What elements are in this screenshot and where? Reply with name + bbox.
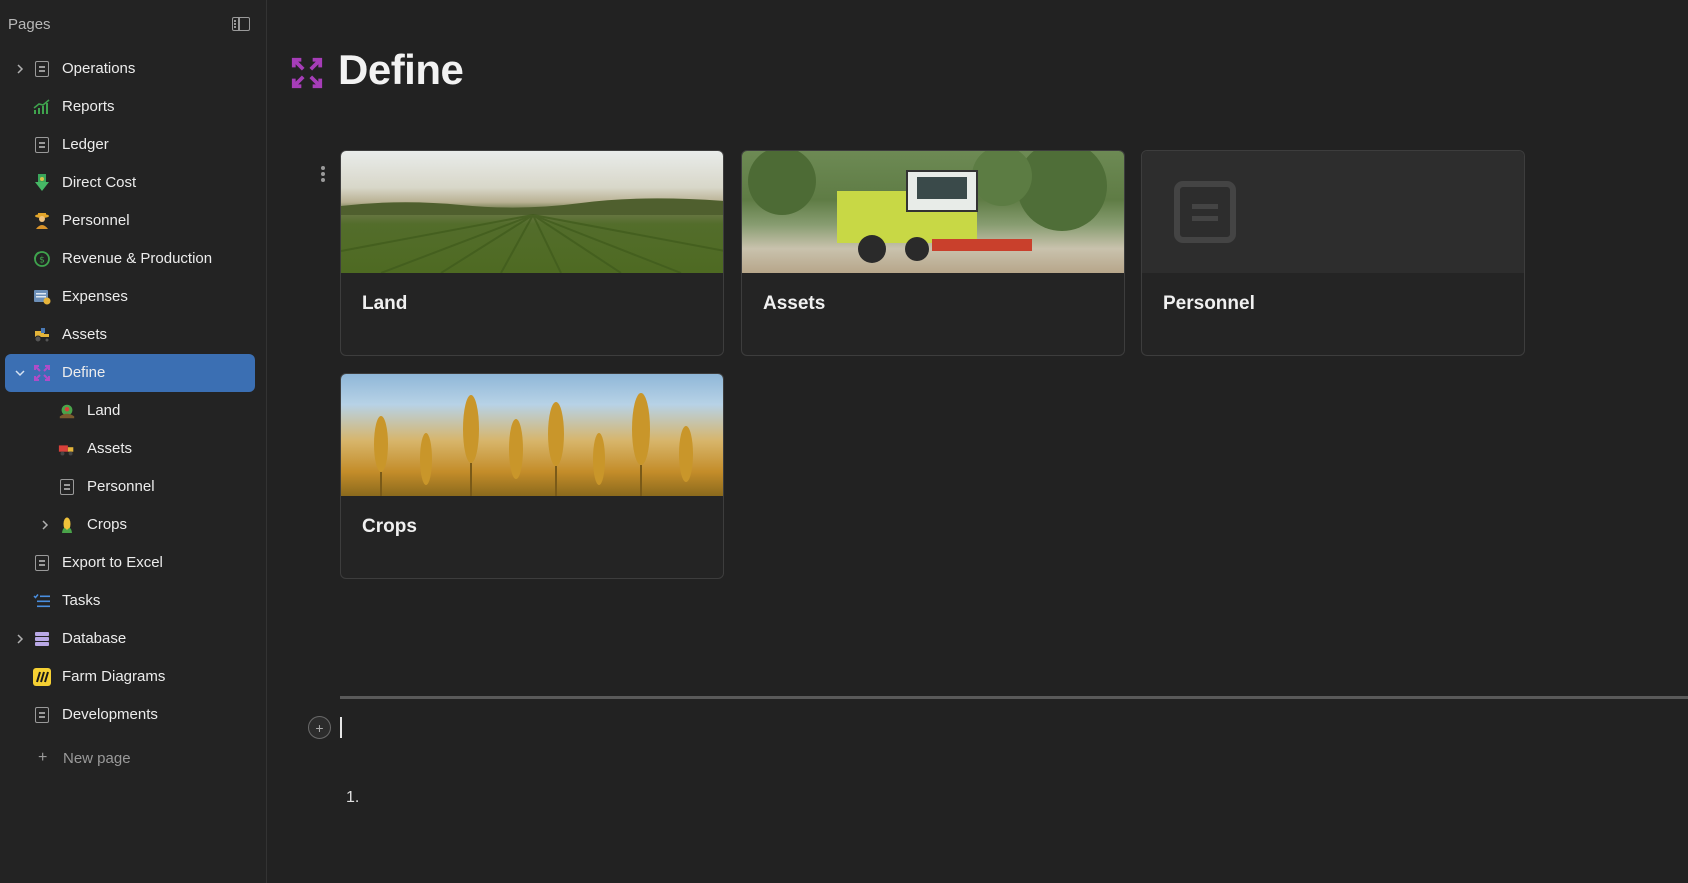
expand-icon[interactable] xyxy=(290,56,324,90)
sidebar-item-label: Revenue & Production xyxy=(62,250,213,267)
sidebar-item-expenses[interactable]: Expenses xyxy=(5,278,255,316)
page-icon xyxy=(33,60,51,78)
sidebar-item-database[interactable]: Database xyxy=(5,620,255,658)
sidebar-item-reports[interactable]: Reports xyxy=(5,88,255,126)
new-page-button[interactable]: + New page xyxy=(0,744,250,772)
card-title: Crops xyxy=(362,516,417,537)
sidebar-title: Pages xyxy=(8,15,51,33)
combine-harvester-image xyxy=(742,151,1124,273)
svg-text:$: $ xyxy=(39,256,45,266)
revenue-icon: $ xyxy=(33,250,51,268)
card-crops[interactable]: Crops xyxy=(340,373,724,579)
wheat-field-image xyxy=(341,374,723,496)
sidebar-item-label: Export to Excel xyxy=(62,554,163,571)
plus-icon: + xyxy=(38,749,48,766)
corn-icon xyxy=(58,516,76,534)
divider xyxy=(340,696,1688,699)
page-icon xyxy=(33,554,51,572)
sidebar-item-developments[interactable]: Developments xyxy=(5,696,255,734)
sidebar-item-label: Developments xyxy=(62,706,158,723)
card-title: Assets xyxy=(763,293,826,314)
sidebar-item-operations[interactable]: Operations xyxy=(5,50,255,88)
add-block-button[interactable]: + xyxy=(308,716,331,739)
sidebar-item-label: Operations xyxy=(62,60,136,77)
sidebar-item-ledger[interactable]: Ledger xyxy=(5,126,255,164)
expand-icon xyxy=(33,364,51,382)
page-icon xyxy=(33,136,51,154)
sidebar-item-personnel-child[interactable]: Personnel xyxy=(5,468,255,506)
chevron-down-icon[interactable] xyxy=(13,366,27,380)
tractor-icon xyxy=(33,326,51,344)
sidebar-item-land[interactable]: Land xyxy=(5,392,255,430)
sidebar-item-label: Land xyxy=(87,402,121,419)
sidebar-header: Pages xyxy=(8,14,253,34)
sidebar-item-label: Ledger xyxy=(62,136,109,153)
page-placeholder-icon xyxy=(1142,151,1524,273)
card-personnel[interactable]: Personnel xyxy=(1141,150,1525,356)
sidebar-item-label: Personnel xyxy=(62,212,130,229)
chart-icon xyxy=(33,98,51,116)
page-tree: Operations Reports Ledger Direct Cost Pe xyxy=(0,50,267,734)
money-down-icon xyxy=(33,174,51,192)
tasks-icon xyxy=(33,592,51,610)
new-page-label: New page xyxy=(63,749,131,767)
sidebar-item-define[interactable]: Define xyxy=(5,354,255,392)
plus-icon: + xyxy=(315,719,324,736)
database-icon xyxy=(33,630,51,648)
numbered-list-marker: 1. xyxy=(346,789,360,806)
sidebar-item-label: Tasks xyxy=(62,592,101,609)
land-icon xyxy=(58,402,76,420)
sidebar-item-label: Define xyxy=(62,364,106,381)
sidebar-item-label: Personnel xyxy=(87,478,155,495)
card-assets[interactable]: Assets xyxy=(741,150,1125,356)
sidebar-item-label: Direct Cost xyxy=(62,174,137,191)
farmer-icon xyxy=(33,212,51,230)
page-title: Define xyxy=(338,46,464,93)
chevron-right-icon[interactable] xyxy=(13,632,27,646)
drag-handle-icon[interactable] xyxy=(320,166,326,182)
expenses-icon xyxy=(33,288,51,306)
sidebar-item-assets[interactable]: Assets xyxy=(5,316,255,354)
chevron-right-icon[interactable] xyxy=(38,518,52,532)
sidebar-item-farm-diagrams[interactable]: Farm Diagrams xyxy=(5,658,255,696)
main-content: Define Land Assets Personnel Crops + 1. xyxy=(268,0,1688,883)
miro-icon xyxy=(33,668,51,686)
sidebar-item-label: Assets xyxy=(62,326,108,343)
card-title: Personnel xyxy=(1163,293,1255,314)
page-icon xyxy=(58,478,76,496)
text-cursor[interactable] xyxy=(340,717,342,738)
sidebar-item-revenue-production[interactable]: $ Revenue & Production xyxy=(5,240,255,278)
sidebar-item-export-to-excel[interactable]: Export to Excel xyxy=(5,544,255,582)
card-land[interactable]: Land xyxy=(340,150,724,356)
sidebar-item-direct-cost[interactable]: Direct Cost xyxy=(5,164,255,202)
sidebar: Pages Operations Reports Ledger Direct C… xyxy=(0,0,267,883)
sidebar-item-label: Crops xyxy=(87,516,128,533)
page-icon xyxy=(33,706,51,724)
sidebar-item-crops[interactable]: Crops xyxy=(5,506,255,544)
farm-field-image xyxy=(341,151,723,273)
sidebar-item-label: Farm Diagrams xyxy=(62,668,166,685)
chevron-right-icon[interactable] xyxy=(13,62,27,76)
sidebar-item-label: Assets xyxy=(87,440,133,457)
sidebar-item-personnel[interactable]: Personnel xyxy=(5,202,255,240)
sidebar-item-label: Database xyxy=(62,630,127,647)
truck-icon xyxy=(58,440,76,458)
sidebar-toggle-icon[interactable] xyxy=(232,17,250,31)
sidebar-item-tasks[interactable]: Tasks xyxy=(5,582,255,620)
sidebar-item-label: Reports xyxy=(62,98,115,115)
sidebar-item-label: Expenses xyxy=(62,288,128,305)
sidebar-item-assets-child[interactable]: Assets xyxy=(5,430,255,468)
card-title: Land xyxy=(362,293,408,314)
